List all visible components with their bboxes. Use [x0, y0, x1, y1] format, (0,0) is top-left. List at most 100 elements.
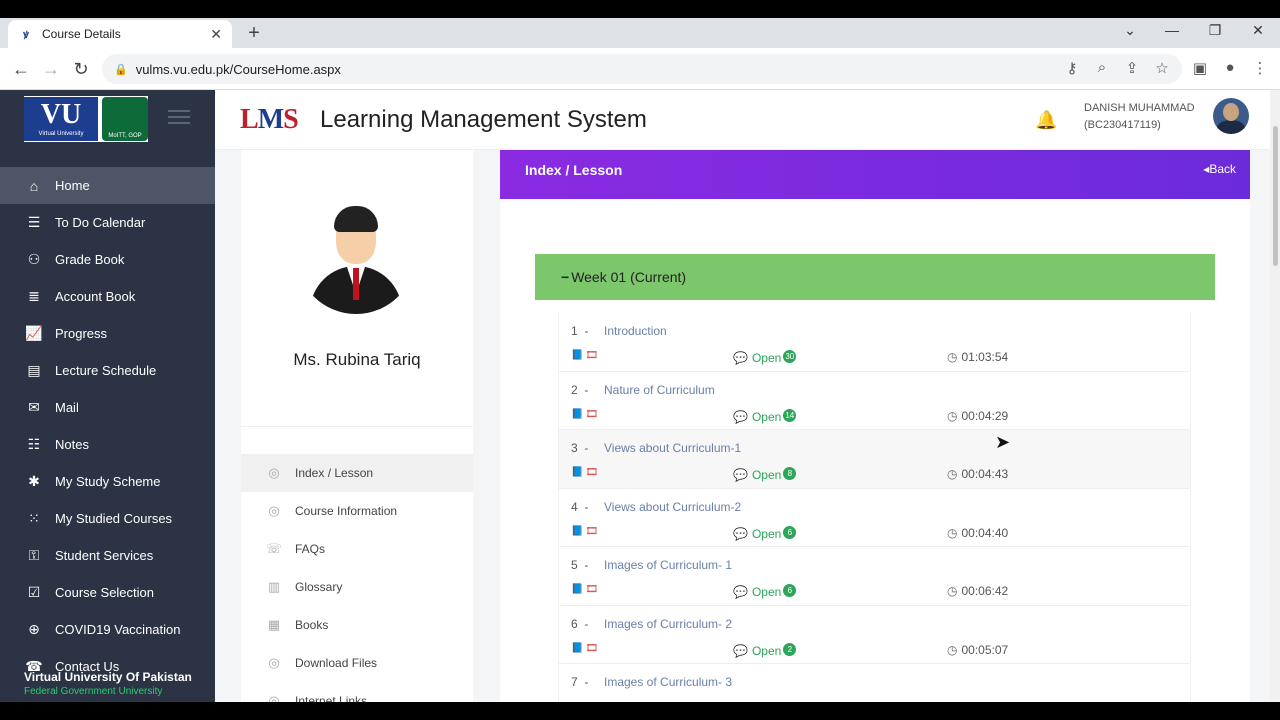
lesson-title-link[interactable]: Nature of Curriculum — [604, 383, 715, 397]
sidebar-item-my-studied-courses[interactable]: ⁙ My Studied Courses — [0, 500, 215, 537]
lesson-title-link[interactable]: Images of Curriculum- 1 — [604, 558, 732, 572]
tab-search-icon[interactable]: ⌄ — [1120, 22, 1140, 39]
sidebar-item-to-do-calendar[interactable]: ☰ To Do Calendar — [0, 204, 215, 241]
address-bar: ← → ↻ 🔒 vulms.vu.edu.pk/CourseHome.aspx … — [0, 48, 1280, 90]
key-icon[interactable]: ⚷ — [1062, 59, 1082, 77]
sidebar-item-grade-book[interactable]: ⚇ Grade Book — [0, 241, 215, 278]
government-seal-icon: MoITT, GOP — [102, 97, 148, 141]
vu-logo[interactable]: VU Virtual University MoITT, GOP — [24, 96, 148, 142]
lesson-number: 3 - — [571, 441, 589, 455]
book-icon[interactable]: 📘 — [571, 409, 583, 420]
lesson-number: 2 - — [571, 382, 589, 397]
video-icon[interactable]: 🎞 — [585, 584, 598, 595]
notification-bell-icon[interactable]: 🔔 — [1035, 110, 1057, 131]
sidebar-item-label: Home — [55, 178, 90, 193]
open-discussion-link[interactable]: 💬 Open 2 — [733, 642, 797, 658]
open-discussion-link[interactable]: 💬 Open 6 — [733, 525, 797, 541]
share-icon[interactable]: ⇪ — [1122, 59, 1142, 77]
services-icon: ⚿ — [28, 547, 40, 563]
minimize-button[interactable]: — — [1162, 22, 1182, 38]
book-icon[interactable]: 📘 — [571, 467, 583, 478]
sidebar-item-course-selection[interactable]: ☑ Course Selection — [0, 574, 215, 611]
user-name: DANISH MUHAMMAD — [1084, 102, 1195, 114]
side-panel-icon[interactable]: ▣ — [1190, 59, 1210, 77]
menu-dots-icon[interactable]: ⋮ — [1250, 59, 1270, 77]
sidebar-item-home[interactable]: ⌂ Home — [0, 167, 215, 204]
course-nav-label: Course Information — [295, 504, 398, 518]
book-icon[interactable]: 📘 — [571, 350, 583, 361]
open-discussion-link[interactable]: 💬 Open 30 — [733, 350, 797, 365]
open-discussion-link[interactable]: 💬 Open 6 — [733, 584, 797, 599]
book-icon[interactable]: 📘 — [571, 584, 583, 595]
open-discussion-link[interactable]: 💬 Open 8 — [733, 467, 797, 482]
download-icon: ◎ — [268, 655, 280, 670]
lesson-duration: ◷ 01:03:54 — [947, 350, 1009, 364]
lesson-title-link[interactable]: Views about Curriculum-1 — [604, 441, 741, 455]
book-icon[interactable]: 📘 — [571, 643, 583, 654]
course-nav-index-lesson[interactable]: ◎ Index / Lesson — [241, 454, 473, 492]
chat-icon: 💬 — [733, 643, 748, 658]
course-nav-faqs[interactable]: ☏ FAQs — [241, 530, 473, 568]
course-nav-glossary[interactable]: ▥ Glossary — [241, 568, 473, 606]
new-tab-button[interactable]: + — [244, 23, 264, 43]
sidebar-item-lecture-schedule[interactable]: ▤ Lecture Schedule — [0, 352, 215, 389]
course-nav-internet-links[interactable]: ◎ Internet Links — [241, 682, 473, 702]
sidebar-item-notes[interactable]: ☷ Notes — [0, 426, 215, 463]
user-id: (BC230417119) — [1084, 119, 1161, 131]
user-info[interactable]: DANISH MUHAMMAD (BC230417119) — [1084, 100, 1195, 134]
tab-course-details[interactable]: ꝟ Course Details ✕ — [8, 20, 232, 48]
lesson-title-link[interactable]: Introduction — [604, 324, 667, 338]
tab-title: Course Details — [42, 27, 121, 41]
account-icon: ≣ — [28, 288, 40, 304]
video-icon[interactable]: 🎞 — [585, 409, 598, 420]
lesson-title-link[interactable]: Views about Curriculum-2 — [604, 500, 741, 514]
back-arrow-icon[interactable]: ← — [10, 58, 32, 80]
restore-button[interactable]: ❐ — [1205, 22, 1225, 39]
page-scrollbar-thumb[interactable] — [1273, 126, 1278, 266]
sidebar-item-my-study-scheme[interactable]: ✱ My Study Scheme — [0, 463, 215, 500]
zoom-icon[interactable]: ⌕ — [1092, 59, 1112, 76]
sidebar-item-label: My Study Scheme — [55, 474, 161, 489]
video-icon[interactable]: 🎞 — [585, 350, 598, 361]
sidebar-item-mail[interactable]: ✉ Mail — [0, 389, 215, 426]
books-icon: ▦ — [267, 617, 281, 632]
course-nav-books[interactable]: ▦ Books — [241, 606, 473, 644]
week-accordion-header[interactable]: − Week 01 (Current) — [535, 254, 1215, 300]
forward-arrow-icon[interactable]: → — [40, 58, 62, 80]
app-title: Learning Management System — [320, 106, 647, 133]
sidebar-item-student-services[interactable]: ⚿ Student Services — [0, 537, 215, 574]
links-icon: ◎ — [268, 693, 280, 702]
url-field[interactable]: 🔒 vulms.vu.edu.pk/CourseHome.aspx — [102, 54, 1182, 84]
url-text: vulms.vu.edu.pk/CourseHome.aspx — [135, 61, 341, 77]
reload-icon[interactable]: ↻ — [70, 58, 92, 80]
course-nav-course-information[interactable]: ◎ Course Information — [241, 492, 473, 530]
lms-logo[interactable]: LMS — [240, 104, 299, 136]
lesson-number: 1 - — [571, 324, 589, 338]
chart-icon: 📈 — [25, 325, 43, 341]
comment-count-badge: 14 — [783, 408, 797, 422]
lesson-resources: 📘 🎞 — [571, 467, 598, 478]
sidebar-item-progress[interactable]: 📈 Progress — [0, 315, 215, 352]
course-nav-download-files[interactable]: ◎ Download Files — [241, 644, 473, 682]
close-window-button[interactable]: ✕ — [1248, 22, 1268, 39]
bookmark-star-icon[interactable]: ☆ — [1152, 59, 1172, 77]
sidebar-item-covid19-vaccination[interactable]: ⊕ COVID19 Vaccination — [0, 611, 215, 648]
instructor-name: Ms. Rubina Tariq — [293, 350, 421, 369]
video-icon[interactable]: 🎞 — [585, 526, 598, 537]
user-avatar[interactable] — [1213, 98, 1249, 134]
hamburger-menu-icon[interactable] — [168, 110, 190, 128]
open-label: Open — [751, 468, 782, 482]
glossary-icon: ▥ — [267, 579, 281, 594]
video-icon[interactable]: 🎞 — [585, 643, 598, 654]
lesson-title-link[interactable]: Images of Curriculum- 3 — [604, 675, 732, 689]
back-button[interactable]: ◂Back — [1203, 162, 1236, 176]
book-icon[interactable]: 📘 — [571, 526, 583, 537]
week-label: Week 01 (Current) — [571, 269, 687, 285]
sidebar-item-account-book[interactable]: ≣ Account Book — [0, 278, 215, 315]
video-icon[interactable]: 🎞 — [585, 467, 598, 478]
tab-close-icon[interactable]: ✕ — [210, 26, 222, 43]
chat-icon: 💬 — [733, 468, 748, 482]
lesson-title-link[interactable]: Images of Curriculum- 2 — [604, 617, 732, 631]
open-discussion-link[interactable]: 💬 Open 14 — [733, 408, 797, 424]
profile-icon[interactable]: ● — [1220, 59, 1240, 76]
